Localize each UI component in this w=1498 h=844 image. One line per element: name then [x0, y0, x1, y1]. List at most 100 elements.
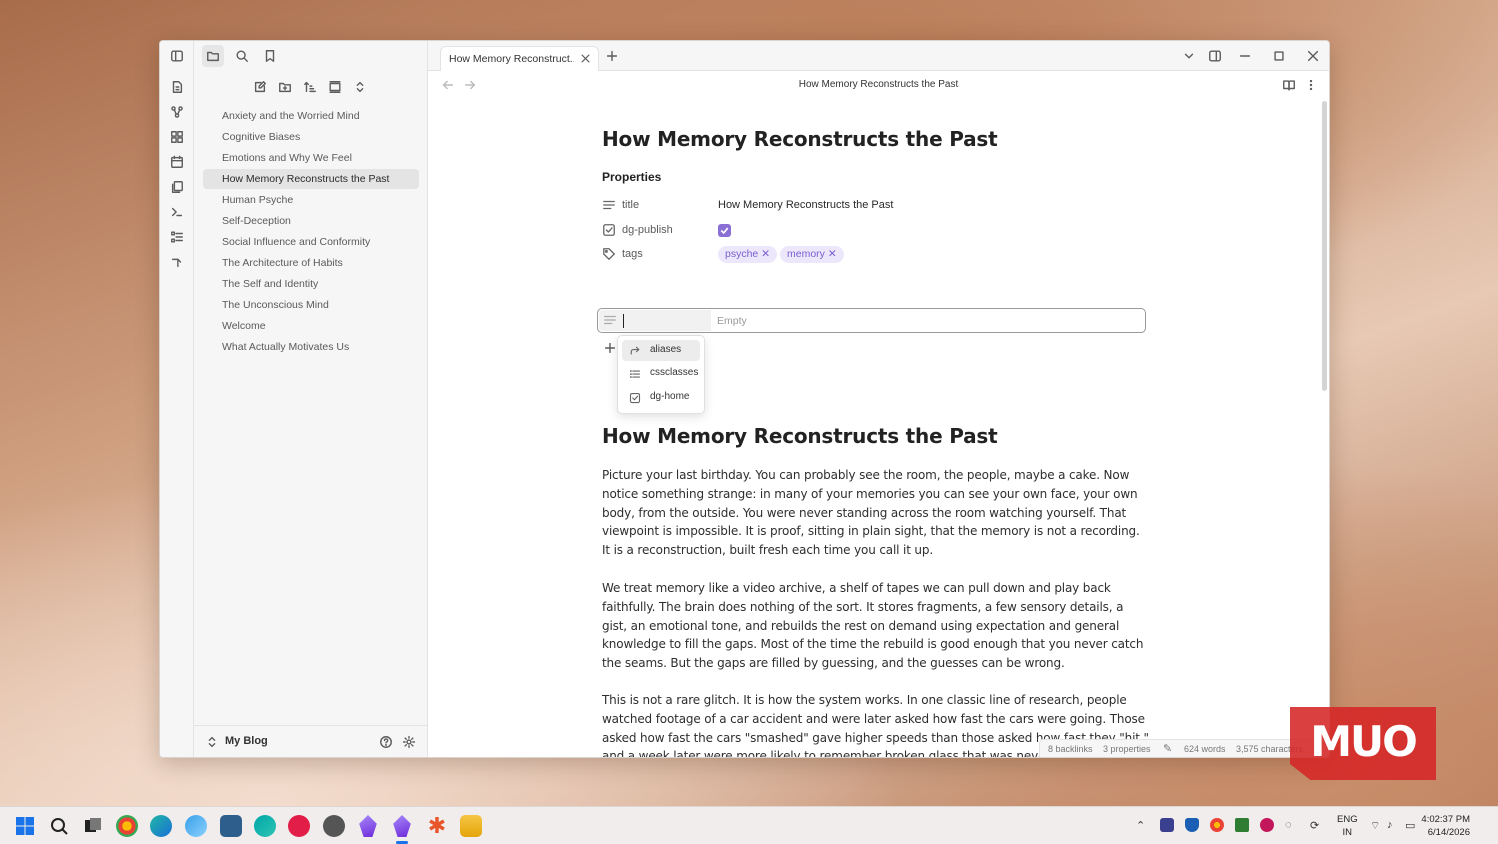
sidebar-toggle-icon[interactable]	[166, 45, 188, 67]
calendar-icon[interactable]	[166, 151, 188, 173]
windows-taskbar: ✱ ⌃ ◌ ⟳ ENG IN ⌔ ♪ ▭ 4:02:37 PM 6/14/202…	[0, 806, 1498, 844]
file-explorer-icon[interactable]	[460, 815, 482, 837]
suggestion-label: aliases	[650, 344, 682, 355]
obsidian-icon[interactable]	[359, 815, 377, 837]
tray-nvidia-icon[interactable]	[1235, 818, 1249, 832]
file-item[interactable]: Anxiety and the Worried Mind	[203, 106, 419, 126]
new-tab-plus-icon[interactable]	[601, 45, 623, 67]
tab-list-chevron-icon[interactable]	[1178, 45, 1200, 67]
edit-pencil-icon[interactable]: ✎	[1163, 742, 1172, 755]
note-heading[interactable]: How Memory Reconstructs the Past	[602, 424, 1148, 448]
file-item[interactable]: The Self and Identity	[203, 274, 419, 294]
task-view-icon[interactable]	[82, 815, 104, 837]
file-item[interactable]: The Unconscious Mind	[203, 295, 419, 315]
app-c-icon[interactable]	[254, 815, 276, 837]
file-item[interactable]: What Actually Motivates Us	[203, 337, 419, 357]
templates-icon[interactable]	[166, 176, 188, 198]
tag-remove-icon[interactable]: ✕	[761, 248, 770, 260]
new-note-icon[interactable]	[166, 76, 188, 98]
tray-app-icon[interactable]	[1160, 818, 1174, 832]
property-key[interactable]: tags	[622, 248, 643, 260]
editor-scrollbar[interactable]	[1322, 101, 1327, 391]
settings-app-icon[interactable]	[323, 815, 345, 837]
clock[interactable]: 4:02:37 PM 6/14/2026	[1421, 813, 1470, 839]
arrow-right-icon	[629, 344, 642, 357]
input-language[interactable]: ENG IN	[1337, 813, 1358, 839]
suggestion-dg-home[interactable]: dg-home	[622, 387, 700, 408]
terminal-app-icon[interactable]	[220, 815, 242, 837]
close-window-icon[interactable]	[1302, 45, 1324, 67]
claude-icon[interactable]: ✱	[426, 815, 448, 837]
new-note-button-icon[interactable]	[249, 76, 271, 98]
tray-chevron-up-icon[interactable]: ⌃	[1136, 819, 1145, 832]
tab-active-note[interactable]: How Memory Reconstruct...	[440, 46, 599, 71]
view-header-title[interactable]: How Memory Reconstructs the Past	[428, 79, 1329, 90]
properties-heading[interactable]: Properties	[602, 170, 661, 184]
suggestion-cssclasses[interactable]: cssclasses	[622, 363, 700, 384]
new-property-row: Empty	[597, 308, 1146, 333]
property-key[interactable]: dg-publish	[622, 224, 673, 236]
vault-name[interactable]: My Blog	[225, 735, 268, 747]
bookmark-icon[interactable]	[259, 45, 281, 67]
backlinks-count[interactable]: 8 backlinks	[1048, 744, 1093, 754]
volume-icon[interactable]: ♪	[1387, 819, 1393, 831]
battery-icon[interactable]: ▭	[1405, 819, 1415, 832]
right-sidebar-toggle-icon[interactable]	[1204, 45, 1226, 67]
canvas-icon[interactable]	[166, 126, 188, 148]
chevron-updown-icon[interactable]	[201, 731, 223, 753]
wifi-icon[interactable]: ⌔	[1370, 819, 1380, 833]
maximize-icon[interactable]	[1268, 45, 1290, 67]
security-shield-icon[interactable]	[1185, 818, 1199, 832]
file-item[interactable]: Self-Deception	[203, 211, 419, 231]
paragraph[interactable]: Picture your last birthday. You can prob…	[602, 466, 1150, 560]
collapse-all-icon[interactable]	[349, 76, 371, 98]
file-item[interactable]: How Memory Reconstructs the Past	[203, 169, 419, 189]
new-property-value-input[interactable]: Empty	[717, 315, 747, 327]
property-key[interactable]: title	[622, 199, 639, 211]
file-item[interactable]: Emotions and Why We Feel	[203, 148, 419, 168]
file-item[interactable]: Social Influence and Conformity	[203, 232, 419, 252]
publish-icon[interactable]	[166, 251, 188, 273]
sort-icon[interactable]	[299, 76, 321, 98]
tag-remove-icon[interactable]: ✕	[828, 248, 837, 260]
tag-pill[interactable]: memory ✕	[780, 246, 844, 263]
graph-view-icon[interactable]	[166, 101, 188, 123]
new-folder-icon[interactable]	[274, 76, 296, 98]
search-icon[interactable]	[231, 45, 253, 67]
clock-time: 4:02:37 PM	[1421, 814, 1470, 825]
windows-start-icon[interactable]	[14, 815, 36, 837]
chrome-icon[interactable]	[116, 815, 138, 837]
dg-publish-checkbox[interactable]	[718, 224, 731, 237]
tray-app2-icon[interactable]	[1260, 818, 1274, 832]
app-window: Anxiety and the Worried Mind Cognitive Bi…	[159, 40, 1330, 758]
tray-misc-icon[interactable]: ◌	[1285, 819, 1292, 831]
more-options-icon[interactable]	[1300, 74, 1322, 96]
tag-pill[interactable]: psyche ✕	[718, 246, 778, 263]
properties-count[interactable]: 3 properties	[1103, 744, 1151, 754]
tray-chrome-icon[interactable]	[1210, 818, 1224, 832]
file-item[interactable]: Cognitive Biases	[203, 127, 419, 147]
property-value[interactable]: How Memory Reconstructs the Past	[718, 199, 893, 211]
media-player-icon[interactable]	[288, 815, 310, 837]
obsidian-active-icon[interactable]	[393, 815, 411, 837]
browser-icon[interactable]	[185, 815, 207, 837]
command-palette-icon[interactable]	[166, 201, 188, 223]
edge-icon[interactable]	[150, 815, 172, 837]
help-icon[interactable]	[375, 731, 397, 753]
suggestion-aliases[interactable]: aliases	[622, 340, 700, 361]
taskbar-search-icon[interactable]	[48, 815, 70, 837]
file-item[interactable]: Human Psyche	[203, 190, 419, 210]
settings-gear-icon[interactable]	[398, 731, 420, 753]
bases-icon[interactable]	[166, 226, 188, 248]
file-item[interactable]: Welcome	[203, 316, 419, 336]
new-property-key-input[interactable]	[599, 310, 711, 331]
reading-view-book-icon[interactable]	[1278, 74, 1300, 96]
inline-title[interactable]: How Memory Reconstructs the Past	[602, 127, 1148, 151]
minimize-icon[interactable]	[1234, 45, 1256, 67]
paragraph[interactable]: We treat memory like a video archive, a …	[602, 579, 1150, 673]
files-tab-icon[interactable]	[202, 45, 224, 67]
tab-close-icon[interactable]	[575, 48, 595, 68]
file-item[interactable]: The Architecture of Habits	[203, 253, 419, 273]
auto-reveal-icon[interactable]	[324, 76, 346, 98]
tray-sync-icon[interactable]: ⟳	[1310, 819, 1319, 832]
